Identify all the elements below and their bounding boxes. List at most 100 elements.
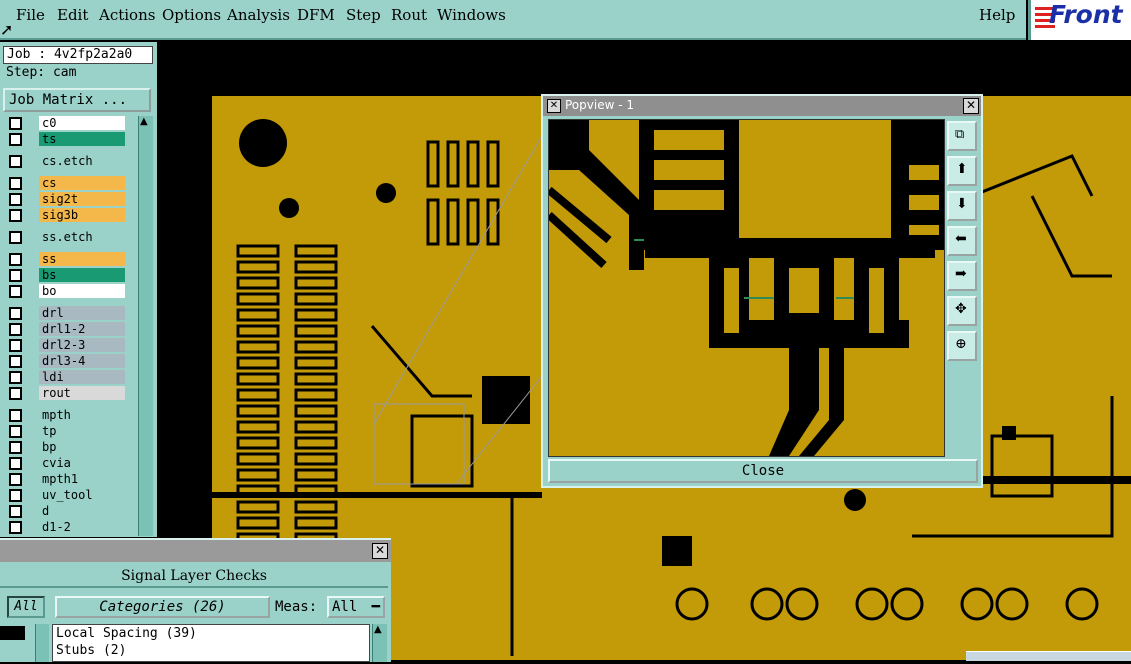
layer-row[interactable]: uv_tool <box>3 488 125 502</box>
layer-row[interactable]: ts <box>3 132 125 146</box>
check-item-local-spacing[interactable]: Local Spacing (39) <box>53 625 369 642</box>
menu-actions[interactable]: Actions <box>99 6 155 24</box>
pan-up-button[interactable]: ⬆ <box>947 156 977 186</box>
meas-select[interactable]: All ━ <box>327 596 385 618</box>
layer-name[interactable]: mpth1 <box>39 472 125 486</box>
layer-checkbox[interactable] <box>9 371 22 384</box>
window-menu-icon[interactable]: ✕ <box>547 99 561 113</box>
layer-row[interactable]: drl2-3 <box>3 338 125 352</box>
layer-name[interactable]: drl1-2 <box>39 322 125 336</box>
layer-row[interactable]: drl1-2 <box>3 322 125 336</box>
layer-checkbox[interactable] <box>9 253 22 266</box>
layer-checkbox[interactable] <box>9 285 22 298</box>
layer-checkbox[interactable] <box>9 425 22 438</box>
layer-list-scrollbar[interactable]: ▲ <box>138 116 153 536</box>
close-button[interactable]: Close <box>548 459 978 483</box>
layer-name[interactable]: bo <box>39 284 125 298</box>
layer-checkbox[interactable] <box>9 209 22 222</box>
pan-left-button[interactable]: ⬅ <box>947 226 977 256</box>
layer-row[interactable]: ss <box>3 252 125 266</box>
layer-name[interactable]: cvia <box>39 456 125 470</box>
layer-name[interactable]: d <box>39 504 125 518</box>
layer-name[interactable]: drl <box>39 306 125 320</box>
layer-name[interactable]: mpth <box>39 408 125 422</box>
layer-checkbox[interactable] <box>9 177 22 190</box>
layer-name[interactable]: cs.etch <box>39 154 125 168</box>
layer-name[interactable]: tp <box>39 424 125 438</box>
zoom-in-button[interactable]: ✥ <box>947 296 977 326</box>
layer-checkbox[interactable] <box>9 339 22 352</box>
pan-down-button[interactable]: ⬇ <box>947 191 977 221</box>
layer-row[interactable]: cs.etch <box>3 154 125 168</box>
layer-name[interactable]: sig3b <box>39 208 125 222</box>
all-toggle-button[interactable]: All <box>7 596 45 618</box>
layer-checkbox[interactable] <box>9 117 22 130</box>
layer-name[interactable]: drl2-3 <box>39 338 125 352</box>
layer-row[interactable]: cs <box>3 176 125 190</box>
layer-row[interactable]: mpth <box>3 408 125 422</box>
checks-titlebar[interactable]: ✕ <box>0 540 391 562</box>
menu-step[interactable]: Step <box>346 6 381 24</box>
layer-row[interactable]: drl3-4 <box>3 354 125 368</box>
layer-name[interactable]: ss <box>39 252 125 266</box>
layer-row[interactable]: bp <box>3 440 125 454</box>
layer-checkbox[interactable] <box>9 521 22 534</box>
layer-checkbox[interactable] <box>9 355 22 368</box>
layer-row[interactable]: d1-2 <box>3 520 125 534</box>
menu-file[interactable]: File <box>16 6 45 24</box>
layer-checkbox[interactable] <box>9 409 22 422</box>
layer-name[interactable]: ss.etch <box>39 230 125 244</box>
menu-options[interactable]: Options <box>162 6 221 24</box>
layer-checkbox[interactable] <box>9 505 22 518</box>
layer-row[interactable]: sig2t <box>3 192 125 206</box>
layer-row[interactable]: rout <box>3 386 125 400</box>
menu-windows[interactable]: Windows <box>437 6 506 24</box>
menu-edit[interactable]: Edit <box>57 6 88 24</box>
layer-checkbox[interactable] <box>9 387 22 400</box>
layer-checkbox[interactable] <box>9 441 22 454</box>
layer-row[interactable]: ldi <box>3 370 125 384</box>
layer-checkbox[interactable] <box>9 269 22 282</box>
layer-row[interactable]: d <box>3 504 125 518</box>
layer-row[interactable]: mpth1 <box>3 472 125 486</box>
menu-rout[interactable]: Rout <box>391 6 427 24</box>
layer-checkbox[interactable] <box>9 133 22 146</box>
layer-checkbox[interactable] <box>9 307 22 320</box>
layer-row[interactable]: bo <box>3 284 125 298</box>
scroll-up-icon[interactable]: ▲ <box>140 116 148 127</box>
menu-dfm[interactable]: DFM <box>297 6 335 24</box>
check-item-stubs[interactable]: Stubs (2) <box>53 642 369 659</box>
layer-row[interactable]: bs <box>3 268 125 282</box>
layer-row[interactable]: c0 <box>3 116 125 130</box>
menu-help[interactable]: Help <box>979 6 1015 24</box>
layer-checkbox[interactable] <box>9 457 22 470</box>
left-scrollbar[interactable] <box>35 624 49 662</box>
layer-checkbox[interactable] <box>9 473 22 486</box>
layer-name[interactable]: bp <box>39 440 125 454</box>
layer-checkbox[interactable] <box>9 489 22 502</box>
menu-analysis[interactable]: Analysis <box>227 6 290 24</box>
popview-zoom-view[interactable] <box>548 119 945 457</box>
close-icon[interactable]: ✕ <box>963 98 979 114</box>
layer-checkbox[interactable] <box>9 323 22 336</box>
layer-checkbox[interactable] <box>9 155 22 168</box>
layer-row[interactable]: sig3b <box>3 208 125 222</box>
layer-name[interactable]: ts <box>39 132 125 146</box>
layer-name[interactable]: c0 <box>39 116 125 130</box>
layer-name[interactable]: uv_tool <box>39 488 125 502</box>
layer-name[interactable]: d1-2 <box>39 520 125 534</box>
categories-button[interactable]: Categories (26) <box>55 596 270 618</box>
zoom-out-button[interactable]: ⊕ <box>947 331 977 361</box>
layer-checkbox[interactable] <box>9 231 22 244</box>
layer-row[interactable]: cvia <box>3 456 125 470</box>
layer-name[interactable]: cs <box>39 176 125 190</box>
checks-close-icon[interactable]: ✕ <box>372 543 388 559</box>
job-matrix-button[interactable]: Job Matrix ... <box>3 88 151 112</box>
check-list-scrollbar[interactable]: ▲ <box>372 624 387 662</box>
layer-row[interactable]: tp <box>3 424 125 438</box>
layer-checkbox[interactable] <box>9 193 22 206</box>
layer-row[interactable]: drl <box>3 306 125 320</box>
zoom-home-button[interactable]: ⧉ <box>947 121 977 151</box>
layer-name[interactable]: bs <box>39 268 125 282</box>
pan-right-button[interactable]: ➡ <box>947 261 977 291</box>
